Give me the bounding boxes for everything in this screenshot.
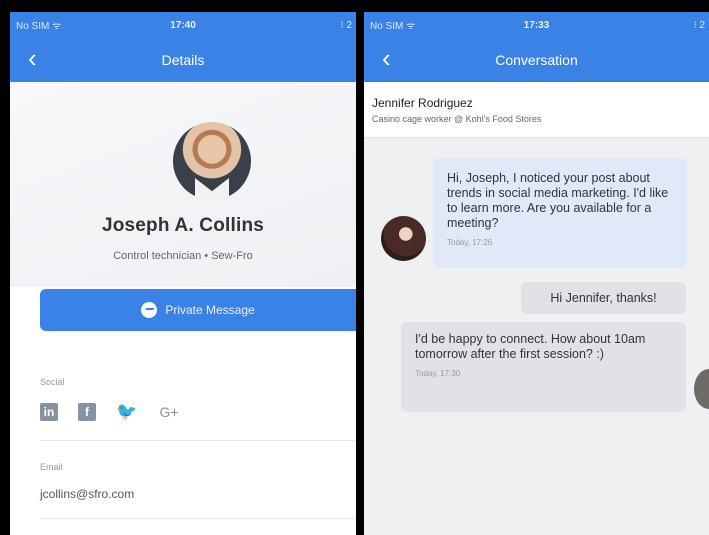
profile-role: Control technician • Sew-Fro: [113, 250, 253, 262]
divider: [40, 440, 356, 441]
contact-name: Jennifer Rodriguez: [372, 96, 473, 110]
status-time: 17:40: [170, 19, 196, 31]
message-text: Hi Jennifer, thanks!: [550, 291, 657, 305]
avatar[interactable]: [381, 216, 426, 261]
status-bar: No SIM ᯤ 17:33 ⁝ 2: [364, 12, 709, 38]
social-label: Social: [40, 377, 65, 387]
private-message-label: Private Message: [165, 303, 255, 317]
nav-bar: ‹ Conversation: [364, 38, 709, 82]
social-links: in f 🐦 G+: [40, 401, 180, 423]
back-chevron-icon[interactable]: ‹: [28, 45, 37, 71]
profile-name: Joseph A. Collins: [101, 215, 265, 236]
battery-icon: ⁝ 2: [340, 19, 352, 31]
status-time: 17:33: [523, 19, 550, 31]
message-bubble-icon: [141, 302, 158, 318]
linkedin-icon[interactable]: in: [40, 403, 58, 421]
contact-header[interactable]: Jennifer Rodriguez Casino cage worker @ …: [364, 82, 709, 138]
message-bubble-outgoing[interactable]: I'd be happy to connect. How about 10am …: [401, 322, 686, 412]
email-value[interactable]: jcollins@sfro.com: [40, 487, 134, 501]
nav-title: Details: [161, 52, 205, 68]
divider: [40, 518, 356, 519]
message-bubble-incoming[interactable]: Hi, Joseph, I noticed your post about tr…: [433, 158, 687, 268]
profile-header: Joseph A. Collins Control technician • S…: [10, 82, 356, 287]
conversation-screen: No SIM ᯤ 17:33 ⁝ 2 ‹ Conversation Jennif…: [364, 12, 709, 535]
back-chevron-icon[interactable]: ‹: [382, 45, 391, 71]
contact-job: Casino cage worker @ Kohl's Food Stores: [372, 114, 542, 124]
google-plus-icon[interactable]: G+: [158, 401, 180, 423]
nav-bar: ‹ Details: [10, 38, 356, 82]
nav-title: Conversation: [495, 52, 578, 68]
message-timestamp: Today, 17:26: [447, 238, 493, 247]
email-label: Email: [40, 462, 63, 472]
avatar: [694, 369, 709, 409]
message-text: Hi, Joseph, I noticed your post about tr…: [447, 171, 669, 230]
details-screen: No SIM ᯤ 17:40 ⁝ 2 ‹ Details Joseph A. C…: [10, 12, 356, 535]
battery-icon: ⁝ 2: [693, 19, 705, 31]
message-bubble-outgoing[interactable]: Hi Jennifer, thanks!: [521, 282, 686, 314]
message-text: I'd be happy to connect. How about 10am …: [415, 332, 646, 361]
status-bar: No SIM ᯤ 17:40 ⁝ 2: [10, 12, 356, 38]
avatar: [173, 122, 251, 200]
private-message-button[interactable]: Private Message: [40, 289, 356, 331]
twitter-icon[interactable]: 🐦: [116, 401, 138, 423]
message-timestamp: Today, 17:30: [415, 369, 461, 378]
facebook-icon[interactable]: f: [78, 403, 96, 421]
